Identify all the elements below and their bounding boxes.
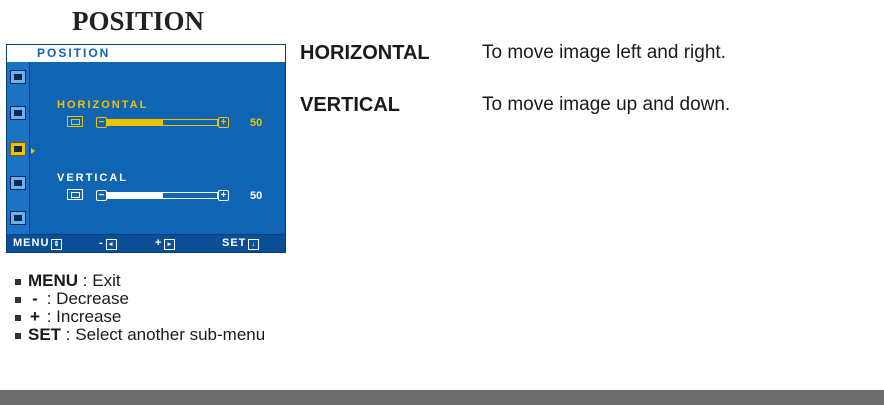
vertical-position-icon [67,189,83,200]
footer-minus: - ◂ [99,237,117,250]
osd-header: POSITION [7,45,285,62]
vertical-description: To move image up and down. [482,94,731,115]
legend-item-plus: + : Increase [12,308,265,326]
footer-set: SET ↓ [222,237,260,250]
footer-plus: + ▸ [155,237,176,250]
horizontal-position-icon [67,116,83,127]
vertical-value: 50 [250,190,263,202]
setup-icon [10,211,26,225]
footer-divider-bar [0,390,884,405]
osd-sidebar [7,62,35,234]
bullet-icon [15,333,21,339]
osd-screen: POSITION HORIZONTAL − + 50 VERTICAL − + … [6,44,286,253]
horizontal-slider-fill [108,120,163,125]
horizontal-minus-icon: − [96,117,107,128]
page-title: POSITION [72,6,205,36]
picture-icon [10,70,26,84]
horizontal-value: 50 [250,117,263,129]
menu-key-icon: ⇕ [51,239,63,250]
bullet-icon [15,279,21,285]
horizontal-description: To move image left and right. [482,42,726,63]
osd-vertical-label: VERTICAL [57,172,128,184]
legend-item-menu: MENU : Exit [12,272,265,290]
vertical-slider-fill [108,193,163,198]
color-icon [10,106,26,120]
position-icon [10,142,35,156]
vertical-minus-icon: − [96,190,107,201]
vertical-term: VERTICAL [300,94,400,116]
horizontal-slider [107,119,218,126]
horizontal-plus-icon: + [218,117,229,128]
minus-key-icon: ◂ [105,239,117,250]
horizontal-term: HORIZONTAL [300,42,430,64]
plus-key-icon: ▸ [164,239,176,250]
legend-item-set: SET : Select another sub-menu [12,326,265,344]
set-key-icon: ↓ [248,239,260,250]
osd-horizontal-label: HORIZONTAL [57,99,149,111]
bullet-icon [15,315,21,321]
bullet-icon [15,297,21,303]
osd-footer: MENU ⇕ - ◂ + ▸ SET ↓ [7,234,285,252]
vertical-slider [107,192,218,199]
tracking-icon [10,176,26,190]
vertical-plus-icon: + [218,190,229,201]
legend-item-minus: - : Decrease [12,290,265,308]
button-legend: MENU : Exit - : Decrease + : Increase SE… [12,272,265,344]
footer-menu: MENU ⇕ [13,237,63,250]
